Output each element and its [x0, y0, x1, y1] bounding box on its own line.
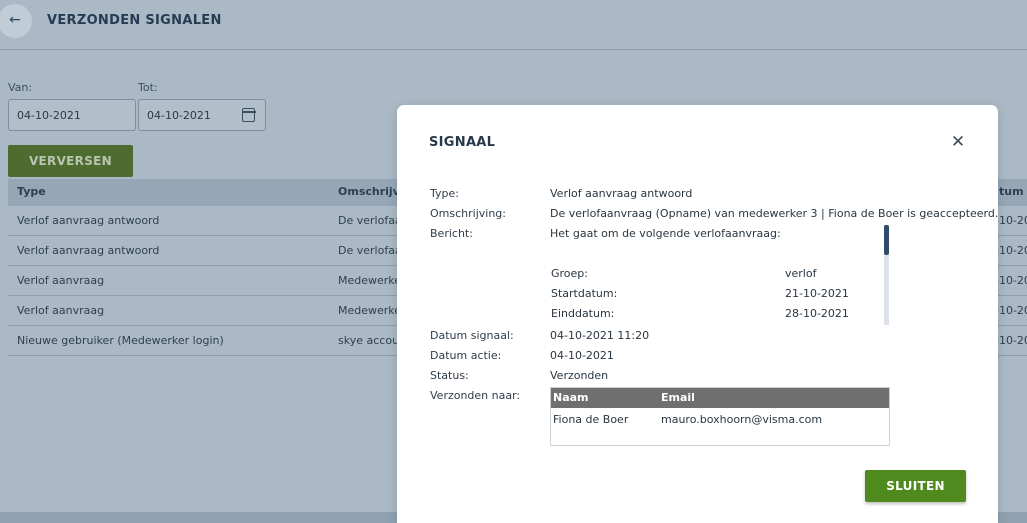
column-header-description[interactable]: Omschrijvi: [338, 185, 404, 198]
recipients-header-email: Email: [661, 391, 695, 404]
back-button[interactable]: ←: [0, 4, 32, 38]
date-signal-value: 04-10-2021 11:20: [550, 329, 650, 342]
message-value-startdate: 21-10-2021: [785, 287, 849, 300]
refresh-button[interactable]: VERVERSEN: [8, 145, 133, 177]
close-icon[interactable]: ✕: [948, 132, 968, 152]
to-date-label: Tot:: [138, 81, 158, 94]
cell-description: De verlofaa: [338, 244, 402, 257]
top-bar: ← VERZONDEN SIGNALEN: [0, 0, 1027, 50]
page-title: VERZONDEN SIGNALEN: [47, 13, 222, 28]
recipients-header-name: Naam: [553, 391, 589, 404]
sent-to-label: Verzonden naar:: [430, 389, 521, 402]
message-key-enddate: Einddatum:: [551, 307, 615, 320]
message-intro: Het gaat om de volgende verlofaanvraag:: [550, 227, 781, 240]
cell-date: -10-20: [995, 244, 1027, 257]
signal-modal: SIGNAAL ✕ Type: Verlof aanvraag antwoord…: [397, 105, 998, 523]
date-signal-label: Datum signaal:: [430, 329, 514, 342]
message-box[interactable]: Het gaat om de volgende verlofaanvraag: …: [550, 227, 891, 325]
description-value: De verlofaanvraag (Opname) van medewerke…: [550, 207, 999, 220]
date-action-value: 04-10-2021: [550, 349, 614, 362]
cell-description: skye accour: [338, 334, 404, 347]
cell-date: -10-20: [995, 304, 1027, 317]
cell-description: Medewerke: [338, 304, 402, 317]
status-label: Status:: [430, 369, 469, 382]
type-value: Verlof aanvraag antwoord: [550, 187, 693, 200]
recipients-table-header: Naam Email: [551, 388, 889, 408]
message-label: Bericht:: [430, 227, 473, 240]
cell-type: Verlof aanvraag antwoord: [17, 244, 160, 257]
to-date-value: 04-10-2021: [147, 109, 211, 122]
cell-date: -10-20: [995, 334, 1027, 347]
from-date-label: Van:: [8, 81, 33, 94]
message-value-group: verlof: [785, 267, 817, 280]
status-value: Verzonden: [550, 369, 609, 382]
from-date-value: 04-10-2021: [17, 109, 81, 122]
message-scrollbar[interactable]: [884, 225, 889, 325]
cell-description: De verlofaa: [338, 214, 402, 227]
to-date-input[interactable]: 04-10-2021: [138, 99, 266, 131]
recipient-row: Fiona de Boer mauro.boxhoorn@visma.com: [551, 408, 889, 430]
cell-date: -10-20: [995, 214, 1027, 227]
cell-type: Verlof aanvraag antwoord: [17, 214, 160, 227]
cell-description: Medewerke: [338, 274, 402, 287]
arrow-left-icon: ←: [9, 12, 21, 28]
description-label: Omschrijving:: [430, 207, 506, 220]
modal-title: SIGNAAL: [429, 135, 496, 150]
message-key-group: Groep:: [551, 267, 588, 280]
column-header-type[interactable]: Type: [17, 185, 46, 198]
from-date-input[interactable]: 04-10-2021: [8, 99, 136, 131]
recipient-name: Fiona de Boer: [553, 413, 629, 426]
cell-type: Verlof aanvraag: [17, 304, 105, 317]
message-value-enddate: 28-10-2021: [785, 307, 849, 320]
cell-type: Verlof aanvraag: [17, 274, 105, 287]
column-header-date[interactable]: tum: [999, 185, 1024, 198]
message-key-startdate: Startdatum:: [551, 287, 618, 300]
recipient-email: mauro.boxhoorn@visma.com: [661, 413, 823, 426]
close-button[interactable]: SLUITEN: [865, 470, 966, 502]
cell-type: Nieuwe gebruiker (Medewerker login): [17, 334, 224, 347]
cell-date: -10-20: [995, 274, 1027, 287]
calendar-icon[interactable]: [241, 108, 256, 122]
message-scroll-thumb[interactable]: [884, 225, 889, 255]
recipients-table: Naam Email Fiona de Boer mauro.boxhoorn@…: [550, 387, 890, 446]
date-action-label: Datum actie:: [430, 349, 502, 362]
type-label: Type:: [430, 187, 459, 200]
